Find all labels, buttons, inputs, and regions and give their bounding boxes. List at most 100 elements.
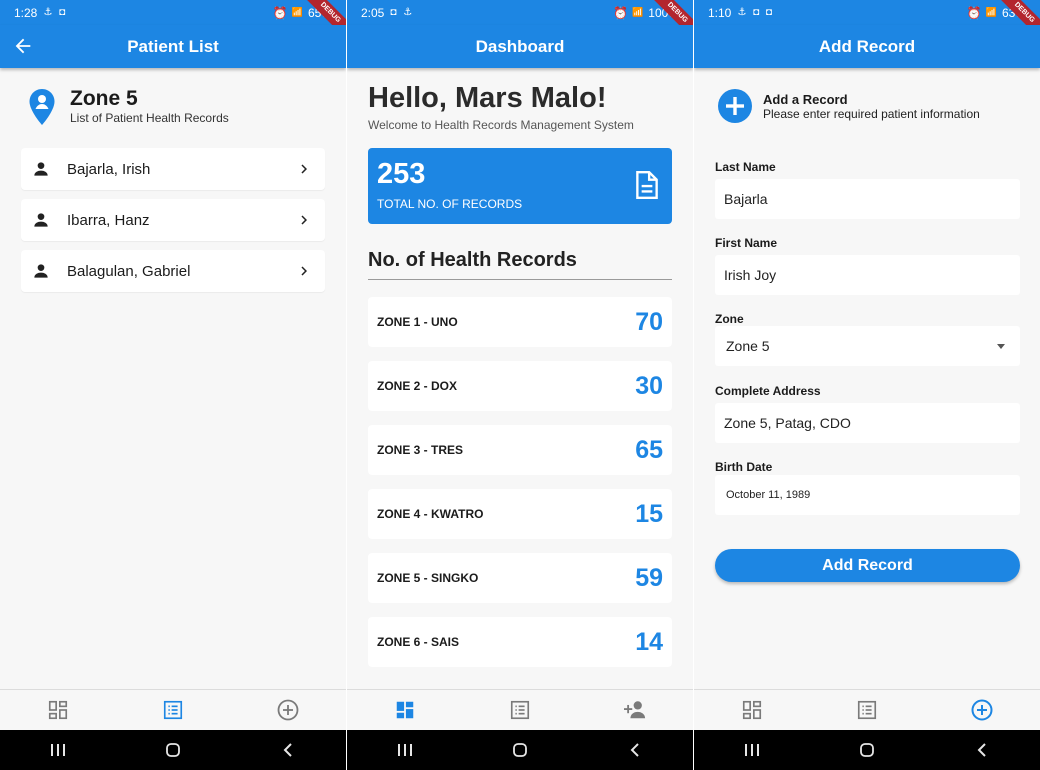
notification-icons: ⚓ ◘ bbox=[43, 7, 68, 18]
recents-button[interactable] bbox=[375, 743, 435, 757]
status-bar: 1:28 ⚓ ◘ ⏰ 📶 65% DEBUG bbox=[0, 0, 346, 40]
signal-icon: 📶 bbox=[632, 7, 645, 17]
back-icon bbox=[283, 743, 293, 757]
zone-label: ZONE 4 - KWATRO bbox=[377, 507, 484, 521]
alarm-icon: ⏰ bbox=[272, 5, 288, 20]
patient-name: Balagulan, Gabriel bbox=[67, 262, 191, 280]
back-button[interactable] bbox=[258, 742, 318, 758]
zone-row[interactable]: ZONE 4 - KWATRO 15 bbox=[368, 489, 672, 539]
chevron-right-icon bbox=[301, 215, 307, 225]
bottom-nav bbox=[694, 689, 1040, 730]
first-name-field[interactable]: Irish Joy bbox=[715, 255, 1020, 295]
home-button[interactable] bbox=[837, 742, 897, 758]
zone-label: ZONE 2 - DOX bbox=[377, 379, 458, 393]
nav-add[interactable] bbox=[231, 690, 346, 730]
nav-add-person[interactable] bbox=[578, 690, 693, 730]
main-content: Zone 5 List of Patient Health Records Ba… bbox=[0, 68, 346, 689]
nav-add[interactable] bbox=[925, 690, 1040, 730]
nav-list[interactable] bbox=[115, 690, 230, 730]
bottom-nav bbox=[347, 689, 693, 730]
add-circle-icon bbox=[971, 699, 993, 721]
zone-row[interactable]: ZONE 2 - DOX 30 bbox=[368, 361, 672, 411]
list-item[interactable]: Balagulan, Gabriel bbox=[21, 250, 325, 292]
home-button[interactable] bbox=[490, 742, 550, 758]
add-record-heading: Add a Record bbox=[763, 92, 848, 107]
zone-count: 30 bbox=[635, 371, 663, 400]
app-bar: Patient List bbox=[0, 25, 346, 68]
system-nav-bar bbox=[694, 730, 1040, 770]
zone-row[interactable]: ZONE 3 - TRES 65 bbox=[368, 425, 672, 475]
zone-label: Zone bbox=[715, 312, 744, 326]
alarm-icon: ⏰ bbox=[966, 5, 982, 20]
patient-list: Bajarla, Irish Ibarra, Hanz Balagulan, G… bbox=[21, 148, 325, 301]
chevron-right-icon bbox=[301, 266, 307, 276]
add-circle-filled-icon bbox=[718, 89, 752, 123]
last-name-value: Bajarla bbox=[724, 191, 768, 207]
status-time: 2:05 bbox=[361, 5, 385, 20]
zone-select[interactable]: Zone 5 bbox=[715, 326, 1020, 366]
add-record-subheading: Please enter required patient informatio… bbox=[763, 107, 980, 121]
zone-row[interactable]: ZONE 5 - SINGKO 59 bbox=[368, 553, 672, 603]
zone-count: 15 bbox=[635, 499, 663, 528]
section-divider bbox=[368, 279, 672, 280]
app-bar: Dashboard bbox=[347, 25, 693, 68]
add-record-screen: 1:10 ⚓ ◘ ◘ ⏰ 📶 63% DEBUG Add Record Add … bbox=[694, 0, 1040, 770]
recents-icon bbox=[50, 744, 65, 756]
status-bar: 2:05 ◘ ⚓ ⏰ 📶 100% DEBUG bbox=[347, 0, 693, 40]
dashboard-screen: 2:05 ◘ ⚓ ⏰ 📶 100% DEBUG Dashboard Hello,… bbox=[347, 0, 693, 770]
nav-list[interactable] bbox=[809, 690, 924, 730]
zone-title: Zone 5 bbox=[70, 87, 138, 110]
first-name-label: First Name bbox=[715, 236, 778, 250]
back-button[interactable] bbox=[605, 742, 665, 758]
dashboard-icon bbox=[396, 701, 413, 719]
last-name-field[interactable]: Bajarla bbox=[715, 179, 1020, 219]
zone-selected-value: Zone 5 bbox=[726, 338, 770, 354]
patient-name: Bajarla, Irish bbox=[67, 160, 151, 178]
list-item[interactable]: Bajarla, Irish bbox=[21, 148, 325, 190]
zone-label: ZONE 1 - UNO bbox=[377, 315, 458, 329]
main-content: Add a Record Please enter required patie… bbox=[694, 68, 1040, 689]
app-bar: Add Record bbox=[694, 25, 1040, 68]
nav-dashboard[interactable] bbox=[694, 690, 809, 730]
birth-date-label: Birth Date bbox=[715, 460, 773, 474]
home-button[interactable] bbox=[143, 742, 203, 758]
home-icon bbox=[513, 743, 527, 757]
nav-dashboard[interactable] bbox=[347, 690, 462, 730]
recents-icon bbox=[744, 744, 759, 756]
status-bar: 1:10 ⚓ ◘ ◘ ⏰ 📶 63% DEBUG bbox=[694, 0, 1040, 40]
list-item[interactable]: Ibarra, Hanz bbox=[21, 199, 325, 241]
recents-button[interactable] bbox=[722, 743, 782, 757]
person-add-icon bbox=[624, 701, 646, 719]
zone-row[interactable]: ZONE 1 - UNO 70 bbox=[368, 297, 672, 347]
total-records-label: TOTAL NO. OF RECORDS bbox=[377, 197, 523, 211]
zone-label: ZONE 5 - SINGKO bbox=[377, 571, 479, 585]
notification-icons: ◘ ⚓ bbox=[390, 7, 415, 18]
back-button[interactable] bbox=[952, 742, 1012, 758]
nav-list[interactable] bbox=[462, 690, 577, 730]
zone-count: 70 bbox=[635, 307, 663, 336]
dashboard-icon bbox=[742, 700, 761, 720]
status-time: 1:28 bbox=[14, 5, 38, 20]
add-record-button[interactable]: Add Record bbox=[715, 549, 1020, 582]
page-title: Patient List bbox=[127, 36, 219, 56]
notification-icons: ⚓ ◘ ◘ bbox=[737, 7, 774, 18]
back-arrow-icon[interactable] bbox=[12, 35, 34, 57]
document-icon bbox=[636, 170, 658, 200]
chevron-right-icon bbox=[301, 164, 307, 174]
last-name-label: Last Name bbox=[715, 160, 776, 174]
nav-dashboard[interactable] bbox=[0, 690, 115, 730]
system-nav-bar bbox=[347, 730, 693, 770]
list-icon bbox=[163, 700, 183, 720]
birth-date-field[interactable]: October 11, 1989 bbox=[715, 475, 1020, 515]
back-icon bbox=[977, 743, 987, 757]
system-nav-bar bbox=[0, 730, 346, 770]
zone-row[interactable]: ZONE 6 - SAIS 14 bbox=[368, 617, 672, 667]
recents-button[interactable] bbox=[28, 743, 88, 757]
person-icon bbox=[34, 264, 48, 278]
zone-label: ZONE 6 - SAIS bbox=[377, 635, 460, 649]
address-field[interactable]: Zone 5, Patag, CDO bbox=[715, 403, 1020, 443]
patient-name: Ibarra, Hanz bbox=[67, 211, 150, 229]
dropdown-arrow-icon bbox=[997, 343, 1005, 349]
main-content: Hello, Mars Malo! Welcome to Health Reco… bbox=[347, 68, 693, 689]
bottom-nav bbox=[0, 689, 346, 730]
